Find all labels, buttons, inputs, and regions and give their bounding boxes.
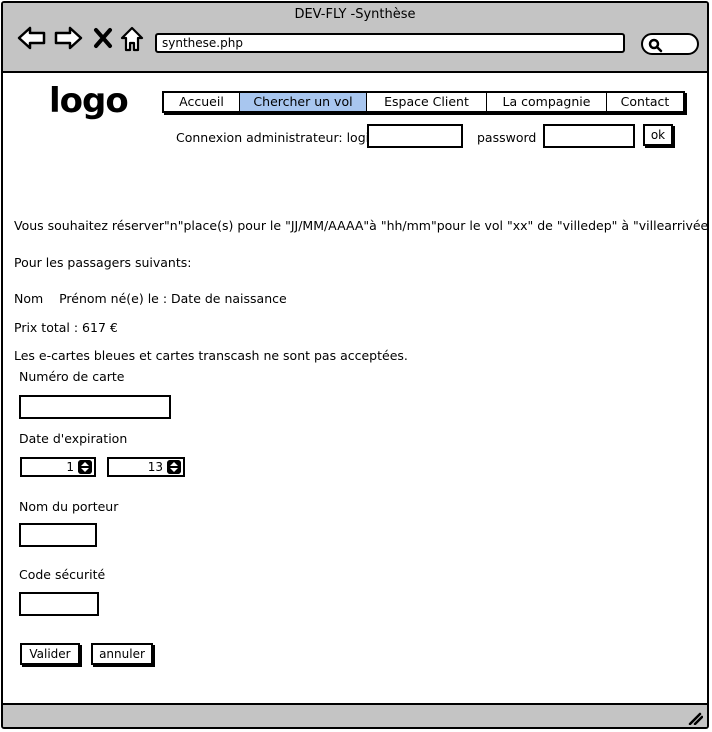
browser-statusbar — [3, 703, 707, 727]
admin-ok-button[interactable]: ok — [643, 124, 673, 146]
back-arrow-icon[interactable] — [17, 25, 47, 51]
total-price: Prix total : 617 € — [14, 320, 118, 335]
expiry-month-value: 1 — [66, 460, 74, 474]
card-notice: Les e-cartes bleues et cartes transcash … — [14, 348, 408, 363]
window-title: DEV-FLY -Synthèse — [294, 7, 416, 22]
menu-item-accueil[interactable]: Accueil — [164, 93, 240, 111]
browser-titlebar: DEV-FLY -Synthèse synthese.php — [3, 3, 707, 73]
home-icon[interactable] — [119, 25, 145, 53]
stepper-arrows-icon[interactable] — [78, 460, 92, 474]
submit-button[interactable]: Valider — [20, 643, 80, 665]
expiry-year-stepper[interactable]: 13 — [107, 457, 185, 477]
search-icon — [648, 38, 663, 53]
site-logo: logo — [49, 81, 129, 121]
admin-login-input[interactable] — [367, 124, 463, 148]
holder-name-input[interactable] — [19, 523, 97, 547]
menu-item-contact[interactable]: Contact — [607, 93, 683, 111]
security-code-input[interactable] — [19, 592, 99, 616]
resize-grip-icon[interactable] — [687, 711, 703, 725]
menu-item-espace-client[interactable]: Espace Client — [367, 93, 487, 111]
stepper-arrows-icon[interactable] — [167, 460, 181, 474]
main-menu: Accueil Chercher un vol Espace Client La… — [162, 91, 685, 113]
expiry-year-value: 13 — [147, 460, 163, 474]
url-bar[interactable]: synthese.php — [155, 33, 625, 53]
card-number-input[interactable] — [19, 395, 171, 419]
admin-password-label: password — [477, 130, 537, 145]
passenger-columns: Nom Prénom né(e) le : Date de naissance — [14, 291, 287, 306]
menu-item-la-compagnie[interactable]: La compagnie — [487, 93, 607, 111]
passengers-intro: Pour les passagers suivants: — [14, 255, 192, 270]
card-number-label: Numéro de carte — [19, 369, 125, 384]
close-x-icon[interactable] — [93, 27, 113, 49]
admin-login-label: Connexion administrateur: login — [176, 130, 378, 145]
cancel-button[interactable]: annuler — [91, 643, 153, 665]
browser-window: DEV-FLY -Synthèse synthese.php logo Accu… — [1, 1, 709, 729]
forward-arrow-icon[interactable] — [53, 25, 83, 51]
reservation-summary: Vous souhaitez réserver"n"place(s) pour … — [14, 218, 709, 233]
holder-name-label: Nom du porteur — [19, 499, 119, 514]
expiry-label: Date d'expiration — [19, 431, 128, 446]
admin-password-input[interactable] — [543, 124, 635, 148]
security-code-label: Code sécurité — [19, 567, 106, 582]
browser-search-field[interactable] — [641, 33, 699, 55]
expiry-month-stepper[interactable]: 1 — [20, 457, 96, 477]
menu-item-chercher-un-vol[interactable]: Chercher un vol — [240, 93, 367, 111]
